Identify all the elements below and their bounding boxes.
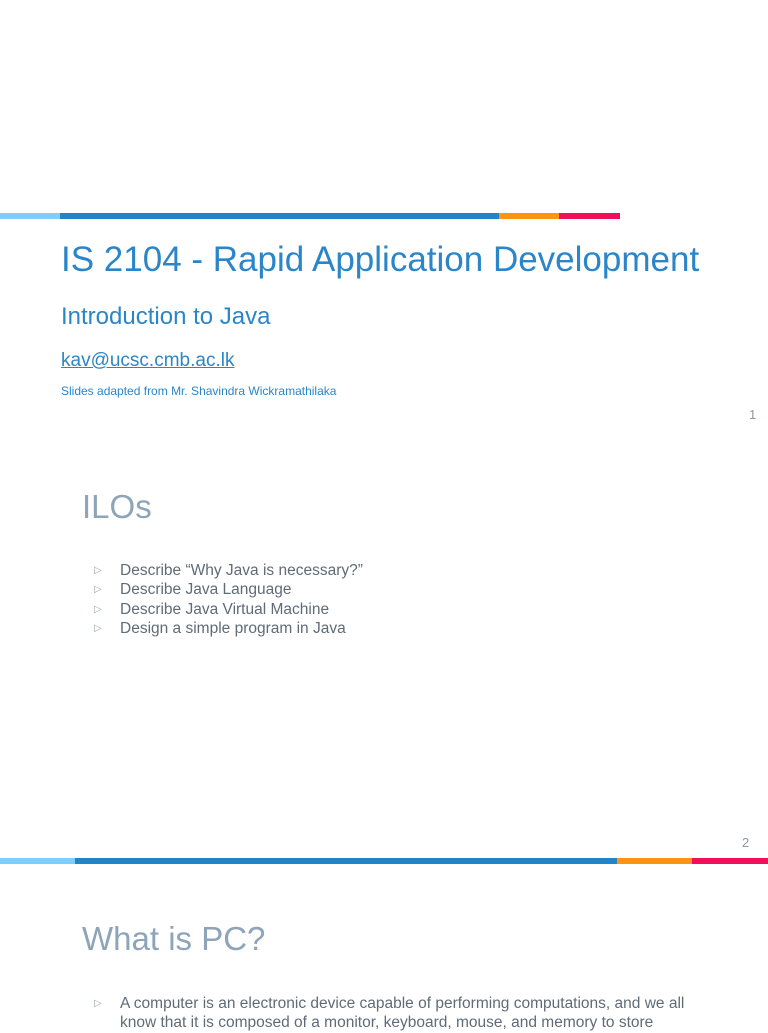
list-item: ▷ Design a simple program in Java [82,619,363,638]
triangle-bullet-icon: ▷ [94,603,102,615]
bar-segment-orange [617,858,692,864]
list-item-text: know that it is composed of a monitor, k… [120,1014,654,1032]
slide-subtitle: Introduction to Java [61,303,271,330]
email-link[interactable]: kav@ucsc.cmb.ac.lk [61,350,234,372]
page-number: 1 [749,407,757,422]
list-item-text: Describe Java Virtual Machine [120,600,330,618]
bar-segment-blue [75,858,617,864]
bar-segment-light-blue [0,213,60,219]
list-item-text: Design a simple program in Java [120,619,346,637]
page-number: 2 [742,835,750,850]
list-item: ▷ A computer is an electronic device capa… [82,994,684,1033]
slide-heading: ILOs [82,488,152,525]
bar-segment-blue [60,213,499,219]
triangle-bullet-icon: ▷ [94,565,102,576]
list-item-text: A computer is an electronic device capab… [120,995,685,1012]
slide-title: IS 2104 - Rapid Application Development [61,240,700,279]
credit-text: Slides adapted from Mr. Shavindra Wickra… [61,384,337,398]
list-item-text: Describe “Why Java is necessary?” [120,562,363,579]
bar-segment-orange [499,213,559,219]
triangle-bullet-icon: ▷ [94,998,102,1009]
bullet-list: ▷ A computer is an electronic device capa… [82,994,684,1033]
bar-segment-light-blue [0,858,75,864]
list-item: ▷ Describe “Why Java is necessary?” [82,561,363,580]
list-item: ▷ Describe Java Virtual Machine [82,600,363,619]
list-item: ▷ Describe Java Language [82,580,363,599]
list-item-text: Describe Java Language [120,581,292,599]
bar-segment-pink [559,213,620,219]
triangle-bullet-icon: ▷ [94,584,102,596]
slide-heading: What is PC? [82,920,266,957]
triangle-bullet-icon: ▷ [94,622,102,634]
bullet-list: ▷ Describe “Why Java is necessary?” ▷ Desc… [82,561,363,638]
bar-segment-pink [692,858,768,864]
